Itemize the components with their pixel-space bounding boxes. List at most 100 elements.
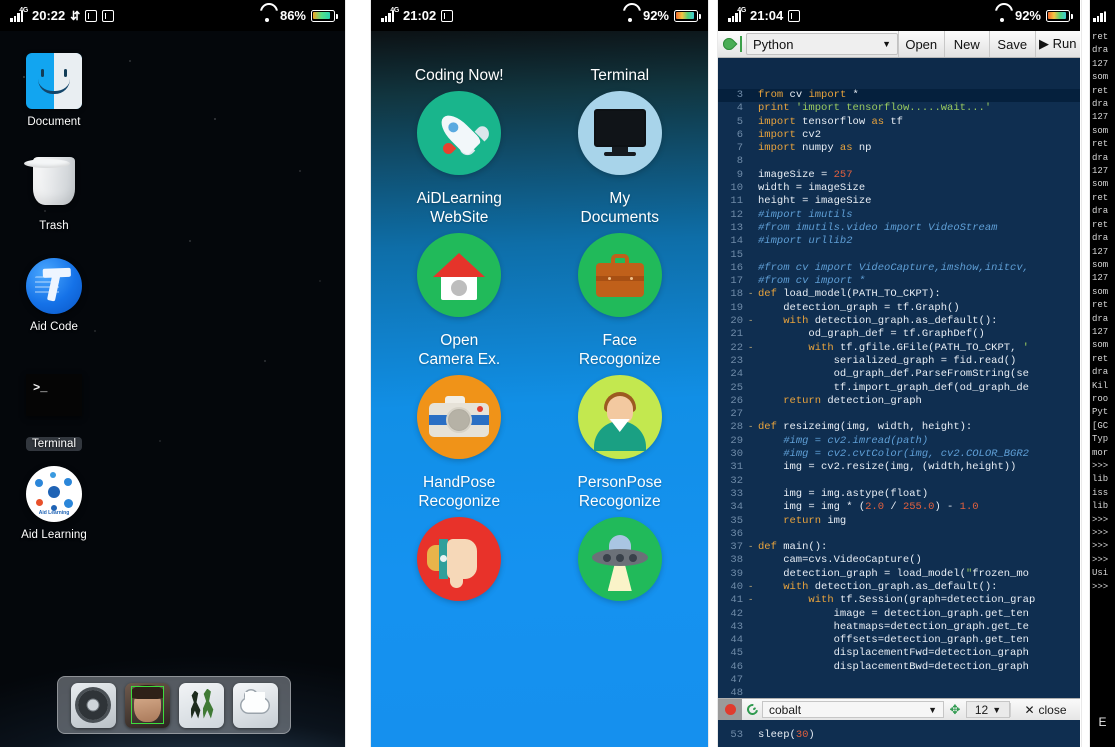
terminal-line: Kil [1092, 380, 1109, 391]
code-line: 25 tf.import_graph_def(od_graph_de [730, 381, 1029, 394]
app-personpose-recogonize[interactable]: PersonPose Recogonize [540, 473, 701, 601]
record-dot-icon[interactable] [718, 699, 742, 720]
code-line: 24 od_graph_def.ParseFromString(se [730, 368, 1029, 381]
battery-percent-label: 92% [642, 8, 669, 23]
code-line: 14 #import urllib2 [730, 235, 853, 248]
terminal-line: ret [1092, 300, 1109, 311]
line-number: 53 [730, 728, 743, 741]
desktop-icon-document[interactable]: Document [18, 53, 90, 128]
app-handpose-recogonize[interactable]: HandPose Recogonize [379, 473, 540, 601]
close-x-icon: ✕ [1024, 702, 1035, 717]
signal-icon: 4G [728, 7, 746, 22]
code-area[interactable]: 3 from cv import * 4 print 'import tensorfl… [718, 89, 1080, 730]
terminal-line: dra [1092, 206, 1109, 217]
code-line: 45 displacementFwd=detection_graph [730, 647, 1029, 660]
desktop-icon-aid-code[interactable]: Aid Code [18, 258, 90, 333]
status-bar-panel4: 4G [1090, 0, 1115, 31]
code-line: 19 detection_graph = tf.Graph() [730, 301, 960, 314]
runners-icon [190, 690, 201, 719]
leaf-home-icon[interactable] [718, 31, 740, 57]
status-bar-panel3: 4G 21:04 92% [718, 0, 1080, 31]
dock-item-icloud[interactable] [232, 682, 278, 728]
run-button[interactable]: ▶ Run [1034, 31, 1080, 57]
app-coding-now[interactable]: Coding Now! [379, 47, 540, 175]
desktop-icon-label: Document [27, 116, 81, 128]
terminal-line: roo [1092, 393, 1109, 404]
sim-card-icon [788, 9, 801, 22]
open-button[interactable]: Open [898, 31, 944, 57]
ufo-icon [577, 517, 662, 601]
terminal-line: >>> [1092, 461, 1109, 471]
line-source: sleep(30) [758, 728, 815, 741]
theme-select[interactable]: cobalt ▼ [762, 701, 944, 718]
panel-code-editor: 4G 21:04 92% Python ▼ Open New Save ▶ Ru… [718, 0, 1080, 747]
code-line: 30 #img = cv2.cvtColor(img, cv2.COLOR_BG… [730, 448, 1029, 461]
screenshot-stage: 4G 20:22 ⇵ 86% Document Trash Aid Code >… [0, 0, 1115, 747]
font-size-select[interactable]: 12 ▼ [966, 701, 1010, 718]
app-open-camera-ex[interactable]: Open Camera Ex. [379, 331, 540, 459]
status-right-group: 86% [259, 8, 338, 23]
terminal-output[interactable]: ret dra 127 som ret dra 127 som ret dra 127 som ret d… [1090, 0, 1115, 747]
move-arrows-icon[interactable]: ✥ [944, 702, 966, 718]
panel-aidlearning-launcher: 4G 21:02 92% Coding Now! Terminal AiDLea… [371, 0, 708, 747]
code-line: 26 return detection_graph [730, 394, 922, 407]
cloud-icon [240, 688, 270, 714]
app-label: Open Camera Ex. [418, 332, 501, 368]
app-my-documents[interactable]: My Documents [540, 189, 701, 317]
sd-card-icon [85, 9, 98, 22]
code-last-visible-line: 53 sleep(30) [718, 720, 1080, 747]
desktop-icon-label: Terminal [25, 437, 83, 451]
save-button[interactable]: Save [989, 31, 1035, 57]
app-label: HandPose Recogonize [418, 474, 501, 510]
terminal-line: som [1092, 179, 1109, 190]
editor-toolbar: Python ▼ Open New Save ▶ Run [718, 31, 1080, 58]
desktop-icon-aid-learning[interactable]: Aid Learning Aid Learning [18, 466, 90, 541]
home-icon [417, 233, 502, 317]
usb-icon: ⇵ [70, 8, 81, 23]
terminal-line: iss [1092, 487, 1109, 498]
close-label: close [1038, 702, 1067, 717]
terminal-line: dra [1092, 152, 1109, 163]
code-line: 46 displacementBwd=detection_graph [730, 660, 1029, 673]
terminal-line: 127 [1092, 273, 1109, 284]
terminal-action-button[interactable]: E [1090, 715, 1115, 729]
dock-item-system-preferences[interactable] [70, 682, 116, 728]
panel-terminal-sliver: ret dra 127 som ret dra 127 som ret dra 127 som ret d… [1090, 0, 1115, 747]
terminal-line: ret [1092, 219, 1109, 230]
dock-item-photo-booth[interactable] [124, 682, 170, 728]
moon-icon[interactable] [742, 701, 762, 718]
clock-label: 21:02 [403, 8, 437, 23]
chevron-down-icon: ▼ [928, 704, 937, 715]
app-label: Terminal [590, 67, 650, 84]
app-terminal[interactable]: Terminal [540, 47, 701, 175]
code-line: 34 img = img * (2.0 / 255.0) - 1.0 [730, 501, 979, 514]
chevron-down-icon: ▼ [992, 704, 1002, 715]
terminal-line: 127 [1092, 166, 1109, 177]
battery-icon [674, 9, 701, 22]
desktop-icon-trash[interactable]: Trash [18, 153, 90, 232]
terminal-line: >>> [1092, 554, 1109, 565]
status-left-group: 4G 21:04 [728, 7, 801, 23]
code-line: 28- def resizeimg(img, width, height): [730, 421, 973, 434]
app-face-recogonize[interactable]: Face Recogonize [540, 331, 701, 459]
signal-icon: 4G [10, 7, 28, 22]
terminal-line: dra [1092, 45, 1109, 56]
battery-percent-label: 92% [1014, 8, 1041, 23]
terminal-line: >>> [1092, 528, 1109, 539]
panel-gap-6 [1089, 0, 1090, 747]
code-line: 40- with detection_graph.as_default(): [730, 580, 998, 593]
app-aidlearning-website[interactable]: AiDLearning WebSite [379, 189, 540, 317]
status-left-group: 4G 21:02 [381, 7, 454, 23]
language-select[interactable]: Python ▼ [746, 33, 898, 55]
new-button[interactable]: New [943, 31, 989, 57]
code-line: 4 print 'import tensorflow.....wait...' [736, 102, 992, 115]
code-line: 10 width = imageSize [730, 182, 866, 195]
app-label: Coding Now! [414, 67, 504, 84]
panel-gap-5 [1081, 0, 1082, 747]
code-line: 6 import cv2 [736, 128, 822, 141]
close-button[interactable]: ✕ close [1010, 702, 1080, 717]
dock-item-motion-capture[interactable] [178, 682, 224, 728]
status-bar-panel2: 4G 21:02 92% [371, 0, 708, 31]
desktop-icon-terminal[interactable]: Terminal [18, 367, 90, 452]
thumbs-down-icon [417, 517, 502, 601]
